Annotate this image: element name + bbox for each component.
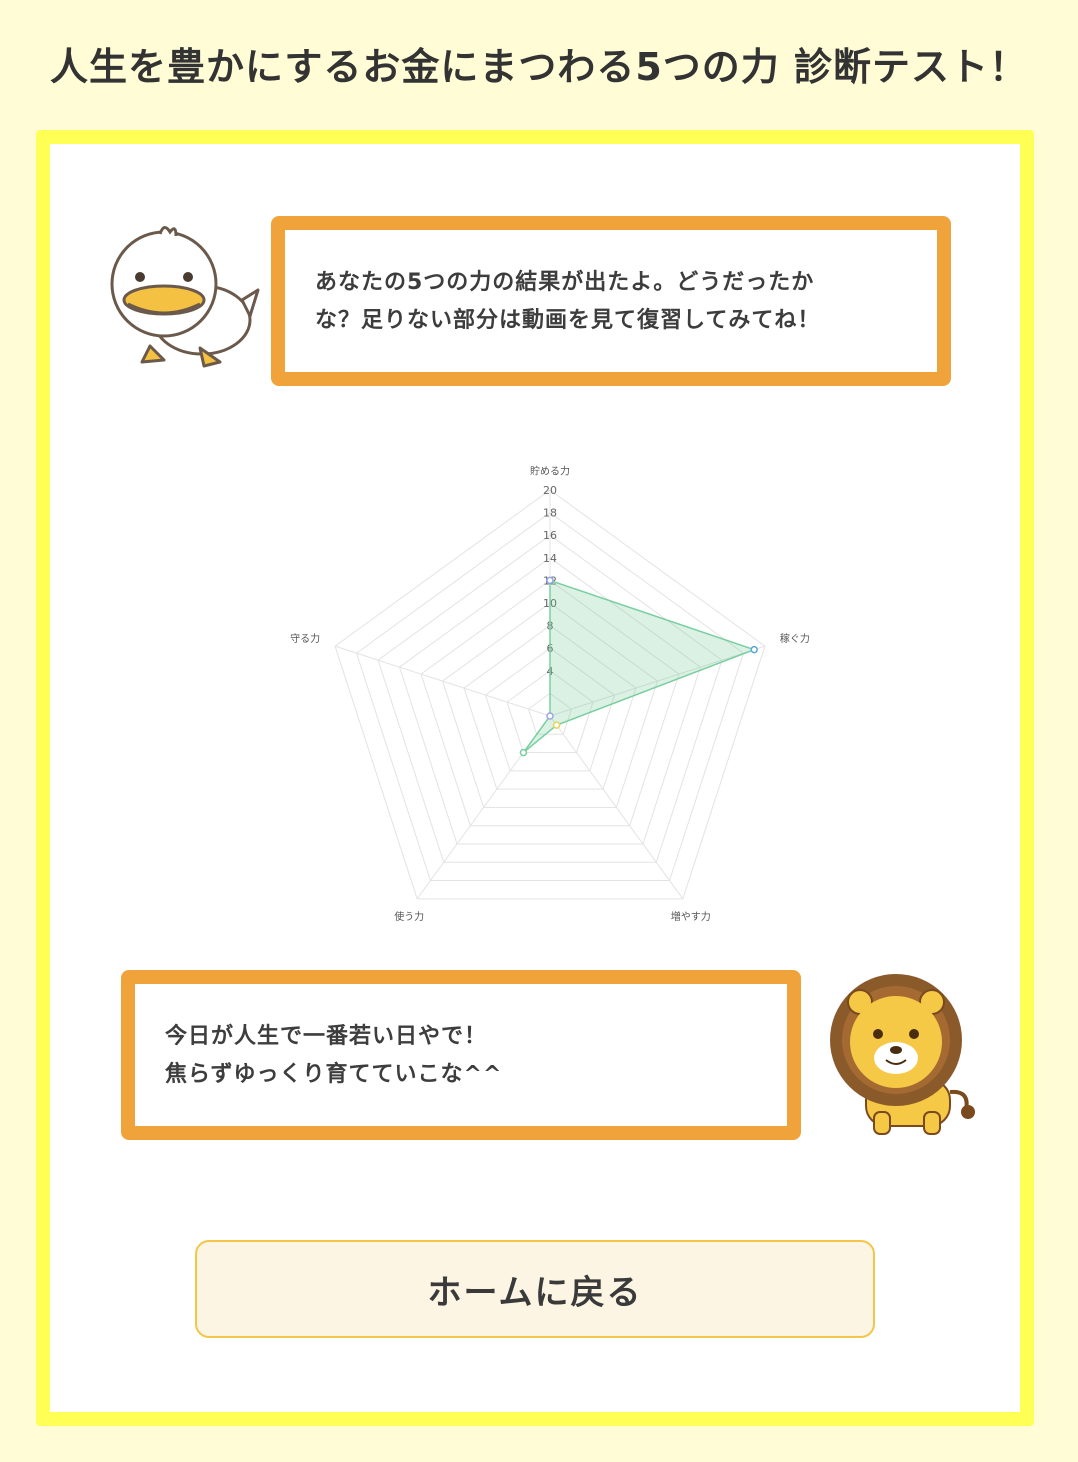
category-label: 増やす力 xyxy=(671,910,711,923)
result-card: あなたの5つの力の結果が出たよ。どうだったか な？足りない部分は動画を見て復習し… xyxy=(36,130,1034,1426)
category-label: 守る力 xyxy=(290,632,320,645)
data-point xyxy=(519,748,528,757)
category-label: 稼ぐ力 xyxy=(780,632,810,645)
tick-label: 18 xyxy=(543,507,557,520)
result-message-line-1: あなたの5つの力の結果が出たよ。どうだったか xyxy=(315,270,815,295)
radar-chart: 468101214161820貯める力稼ぐ力増やす力使う力守る力 xyxy=(290,464,810,923)
data-point xyxy=(750,645,758,654)
result-message-line-2: な？足りない部分は動画を見て復習してみてね！ xyxy=(315,308,821,333)
page-title: 人生を豊かにするお金にまつわる5つの力 診断テスト！ xyxy=(49,45,1029,89)
home-button[interactable]: ホームに戻る xyxy=(195,1240,875,1338)
result-message-bubble: あなたの5つの力の結果が出たよ。どうだったか な？足りない部分は動画を見て復習し… xyxy=(271,216,951,386)
advice-message-line-2: 焦らずゆっくり育てていこな^^ xyxy=(165,1062,503,1087)
lion-mascot-icon xyxy=(830,974,975,1135)
data-point xyxy=(546,712,554,720)
category-label: 使う力 xyxy=(394,910,424,923)
tick-label: 16 xyxy=(543,529,557,542)
advice-message-line-1: 今日が人生で一番若い日やで！ xyxy=(165,1024,488,1049)
tick-label: 20 xyxy=(543,484,557,497)
duck-mascot-icon xyxy=(110,226,260,368)
tick-label: 14 xyxy=(543,552,557,565)
advice-message-bubble: 今日が人生で一番若い日やで！ 焦らずゆっくり育てていこな^^ xyxy=(121,970,801,1140)
data-point xyxy=(546,576,554,585)
data-point xyxy=(552,721,561,729)
grid-spoke xyxy=(334,645,551,717)
category-label: 貯める力 xyxy=(530,464,570,477)
